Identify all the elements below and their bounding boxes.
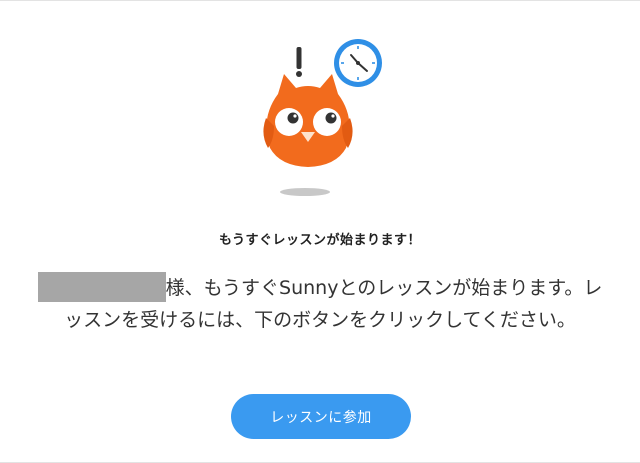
owl-body [263,74,353,167]
owl-mascot-icon [263,39,382,196]
page-headline: もうすぐレッスンが始まります！ [218,233,422,248]
exclamation-icon [296,47,302,77]
lesson-message: 様、もうすぐSunnyとのレッスンが始まります。レッスンを受けるには、下のボタン… [36,272,604,336]
mascot-shadow [280,188,330,196]
clock-icon [334,39,382,87]
top-border [0,0,640,1]
redacted-username [37,272,166,302]
join-lesson-button[interactable]: レッスンに参加 [231,394,411,439]
